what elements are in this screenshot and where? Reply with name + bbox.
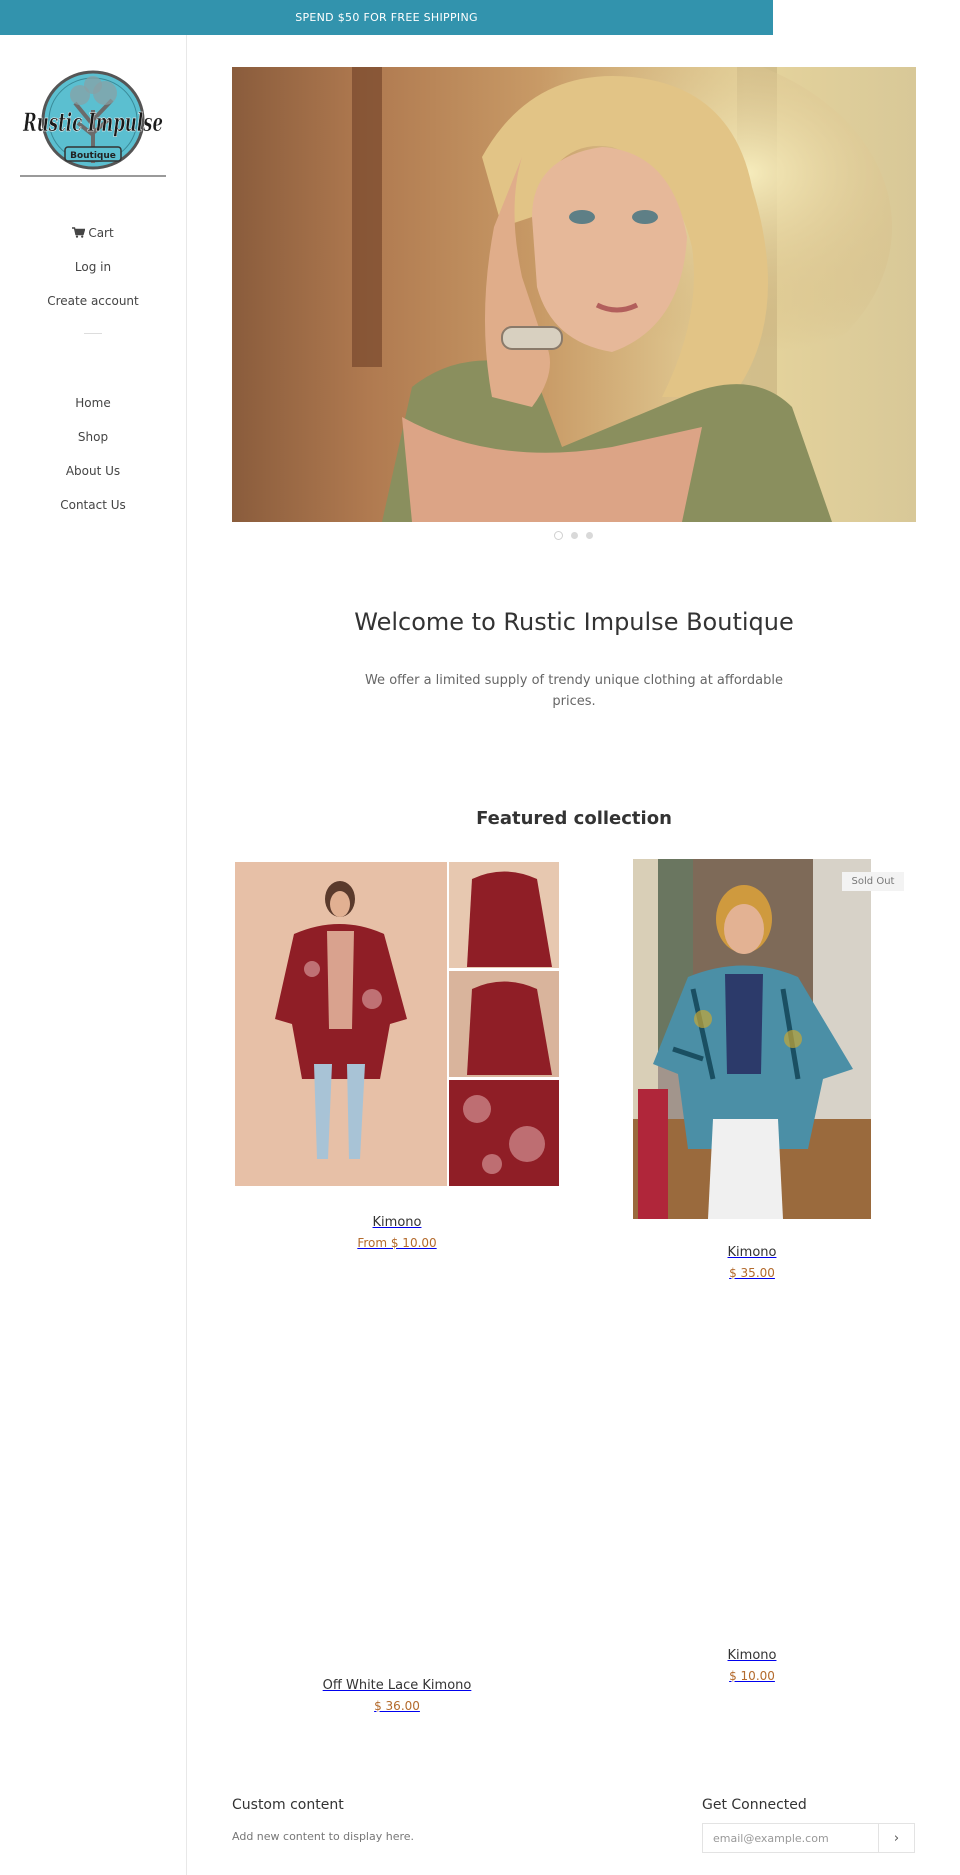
custom-content-text: Add new content to display here. bbox=[232, 1830, 415, 1843]
main-nav: Home Shop About Us Contact Us bbox=[0, 386, 186, 522]
slide-dot-2[interactable] bbox=[571, 531, 578, 539]
login-link[interactable]: Log in bbox=[0, 250, 186, 284]
nav-divider bbox=[84, 333, 102, 334]
product-card[interactable]: Kimono $ 35.00 bbox=[587, 859, 917, 1280]
product-image bbox=[633, 859, 871, 1219]
cart-link[interactable]: Cart bbox=[0, 216, 186, 250]
product-card[interactable]: Kimono From $ 10.00 bbox=[232, 859, 562, 1250]
welcome-text: We offer a limited supply of trendy uniq… bbox=[364, 673, 784, 709]
product-price: $ 35.00 bbox=[729, 1266, 775, 1280]
sidebar: Boutique Rustic Impulse Cart Log in Crea… bbox=[0, 35, 187, 1875]
nav-item-shop[interactable]: Shop bbox=[0, 420, 186, 454]
product-card[interactable]: Off White Lace Kimono $ 36.00 bbox=[232, 1678, 562, 1713]
slideshow-pagination bbox=[554, 530, 593, 540]
product-price: From $ 10.00 bbox=[357, 1236, 437, 1250]
featured-collection-title: Featured collection bbox=[476, 808, 672, 829]
announcement-bar: SPEND $50 FOR FREE SHIPPING bbox=[0, 0, 773, 35]
get-connected-title: Get Connected bbox=[702, 1797, 807, 1813]
nav-item-contact-us[interactable]: Contact Us bbox=[0, 488, 186, 522]
product-name: Kimono bbox=[727, 1648, 777, 1663]
product-price: $ 36.00 bbox=[374, 1699, 420, 1713]
product-name: Kimono bbox=[727, 1245, 777, 1260]
custom-content-title: Custom content bbox=[232, 1797, 344, 1813]
slide-dot-3[interactable] bbox=[586, 531, 593, 539]
product-image bbox=[235, 862, 559, 1186]
nav-item-about-us[interactable]: About Us bbox=[0, 454, 186, 488]
product-card[interactable]: Kimono $ 10.00 bbox=[587, 1648, 917, 1683]
cart-icon bbox=[72, 227, 86, 238]
store-logo[interactable]: Boutique Rustic Impulse bbox=[20, 65, 166, 179]
product-price: $ 10.00 bbox=[729, 1669, 775, 1683]
logo-subtext: Boutique bbox=[70, 151, 116, 161]
product-name: Kimono bbox=[372, 1215, 422, 1230]
newsletter-submit-button[interactable]: › bbox=[878, 1824, 914, 1852]
logo-divider bbox=[20, 175, 166, 177]
hero-slide-image[interactable] bbox=[232, 67, 916, 522]
product-name: Off White Lace Kimono bbox=[322, 1678, 472, 1693]
newsletter-form: › bbox=[702, 1823, 915, 1853]
account-nav: Cart Log in Create account bbox=[0, 216, 186, 318]
logo-text: Rustic Impulse bbox=[22, 108, 163, 137]
slide-dot-1[interactable] bbox=[554, 530, 563, 540]
logo-graphic: Boutique Rustic Impulse bbox=[22, 70, 163, 170]
cart-label: Cart bbox=[88, 226, 114, 240]
welcome-title: Welcome to Rustic Impulse Boutique bbox=[354, 608, 794, 636]
create-account-link[interactable]: Create account bbox=[0, 284, 186, 318]
sold-out-badge: Sold Out bbox=[842, 872, 904, 891]
nav-item-home[interactable]: Home bbox=[0, 386, 186, 420]
newsletter-email-input[interactable] bbox=[703, 1824, 878, 1852]
hero-photo bbox=[232, 67, 916, 522]
announcement-text: SPEND $50 FOR FREE SHIPPING bbox=[295, 11, 478, 24]
